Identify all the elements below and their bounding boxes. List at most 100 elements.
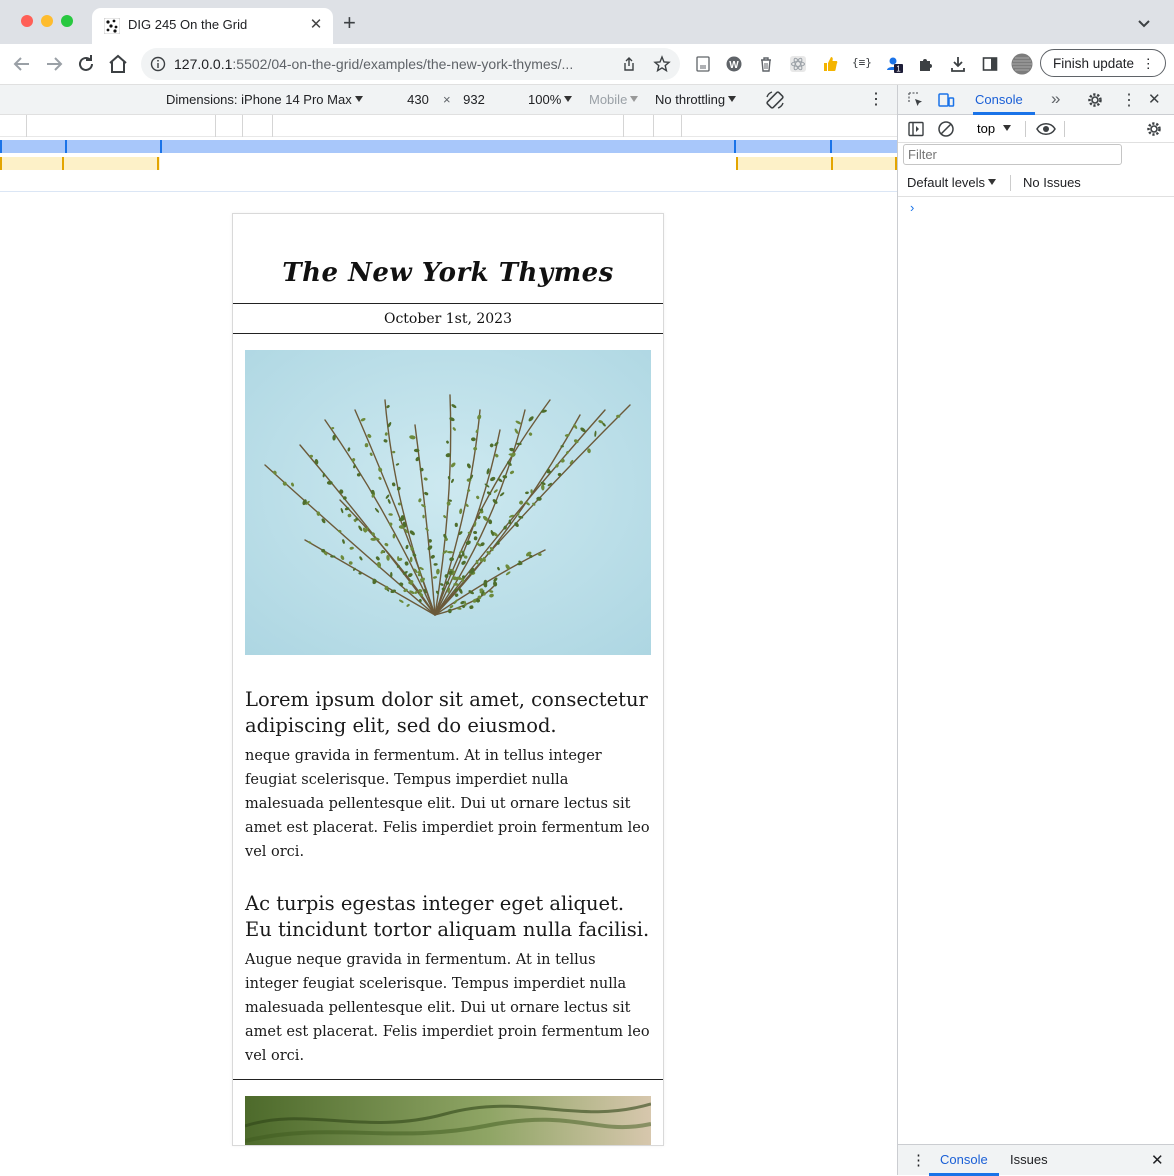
article-headline[interactable]: Ac turpis egestas integer eget aliquet. …: [245, 891, 651, 943]
tab-close-icon[interactable]: ✕: [307, 16, 325, 34]
close-drawer-icon[interactable]: ✕: [1151, 1151, 1164, 1169]
thyme-leaf: [392, 450, 396, 454]
more-tabs-chevron-icon[interactable]: »: [1051, 89, 1060, 109]
finish-update-label: Finish update: [1053, 56, 1135, 71]
masthead-divider: [233, 303, 663, 304]
emulated-viewport: The New York Thymes October 1st, 2023 Lo…: [0, 192, 897, 1175]
inspect-element-icon[interactable]: [907, 91, 925, 109]
media-query-marker: [0, 140, 2, 153]
drawer-menu-icon[interactable]: ⋮: [911, 1151, 926, 1169]
devtools-drawer-tabbar: ⋮ Console Issues ✕: [898, 1144, 1174, 1176]
forward-arrow-icon[interactable]: [42, 52, 66, 76]
article-headline[interactable]: Lorem ipsum dolor sit amet, consectetur …: [245, 687, 651, 739]
console-prompt[interactable]: ›: [910, 200, 914, 215]
home-icon[interactable]: [106, 52, 130, 76]
zoom-select[interactable]: 100%: [528, 92, 573, 107]
toolbar-divider: [1064, 121, 1065, 137]
device-width-input[interactable]: 430: [395, 92, 441, 107]
window-minimize-button[interactable]: [41, 15, 53, 27]
sidebar-toggle-icon[interactable]: [907, 120, 925, 138]
react-extension-icon[interactable]: [789, 55, 807, 73]
thyme-leaf: [370, 537, 377, 541]
min-width-media-query-bar-right[interactable]: [736, 157, 897, 170]
device-height-input[interactable]: 932: [458, 92, 490, 107]
media-query-bars: [0, 115, 897, 192]
puzzle-extensions-icon[interactable]: [917, 55, 935, 73]
wordpress-extension-icon[interactable]: W: [725, 55, 743, 73]
devtools-tabbar: Console » ⋮ ✕: [898, 85, 1174, 115]
console-settings-gear-icon[interactable]: [1145, 120, 1163, 138]
drawer-tab-console[interactable]: Console: [940, 1152, 988, 1167]
log-levels-select[interactable]: Default levels: [907, 175, 997, 190]
device-dimensions-select[interactable]: Dimensions: iPhone 14 Pro Max: [166, 92, 363, 107]
article-body: Augue neque gravida in fermentum. At in …: [245, 952, 650, 1064]
throttling-select[interactable]: No throttling: [655, 92, 737, 107]
ruler-tick: [653, 115, 654, 137]
browser-tab-active[interactable]: DIG 245 On the Grid ✕: [92, 8, 333, 44]
share-icon[interactable]: [621, 56, 637, 72]
bookmark-star-icon[interactable]: [653, 55, 671, 73]
min-width-media-query-bar-left[interactable]: [0, 157, 160, 170]
window-maximize-button[interactable]: [61, 15, 73, 27]
device-toolbar-toggle-icon[interactable]: [937, 91, 955, 109]
json-extension-icon[interactable]: {≡}: [852, 56, 872, 74]
more-vertical-icon: ⋮: [1141, 56, 1156, 71]
reader-page-icon[interactable]: [694, 55, 712, 73]
url-host: 127.0.0.1: [174, 56, 233, 72]
media-query-marker: [831, 157, 833, 170]
trash-extension-icon[interactable]: [757, 55, 775, 73]
back-arrow-icon[interactable]: [10, 52, 34, 76]
browser-titlebar: DIG 245 On the Grid ✕ +: [0, 0, 1174, 44]
console-filter-input[interactable]: [903, 144, 1122, 165]
ruler-tick: [681, 115, 682, 137]
device-more-options-icon[interactable]: ⋮: [868, 89, 884, 109]
settings-gear-icon[interactable]: [1086, 91, 1104, 109]
media-query-marker: [0, 157, 2, 170]
chevron-down-icon: [630, 96, 639, 102]
article-body: neque gravida in fermentum. At in tellus…: [245, 748, 650, 860]
window-close-button[interactable]: [21, 15, 33, 27]
eye-icon[interactable]: [1036, 120, 1056, 138]
toolbar-divider: [1010, 175, 1011, 191]
reload-icon[interactable]: [74, 52, 98, 76]
media-query-marker: [65, 140, 67, 153]
thyme-leaf: [560, 445, 564, 448]
chevron-down-icon: [1003, 125, 1012, 131]
clear-console-icon[interactable]: [937, 120, 955, 138]
thyme-closeup-image: [245, 1096, 651, 1145]
media-query-marker: [736, 157, 738, 170]
tab-console[interactable]: Console: [975, 92, 1023, 107]
device-mode-select[interactable]: Mobile: [589, 92, 639, 107]
chevron-down-icon: [564, 96, 573, 102]
article-1: Lorem ipsum dolor sit amet, consectetur …: [245, 687, 651, 864]
ruler-tick: [272, 115, 273, 137]
side-panel-icon[interactable]: [981, 55, 999, 73]
thumbs-up-extension-icon[interactable]: [821, 55, 839, 73]
context-select[interactable]: top: [977, 121, 1012, 136]
ruler-tick: [623, 115, 624, 137]
console-toolbar: top: [898, 115, 1174, 143]
issues-count-link[interactable]: No Issues: [1023, 175, 1081, 190]
finish-update-button[interactable]: Finish update ⋮: [1040, 49, 1166, 77]
date-line: October 1st, 2023: [383, 311, 512, 327]
article-2: Ac turpis egestas integer eget aliquet. …: [245, 891, 651, 1068]
ruler-tick: [242, 115, 243, 137]
device-mode-label: Mobile: [589, 92, 628, 107]
svg-text:W: W: [729, 60, 739, 71]
devtools-menu-icon[interactable]: ⋮: [1121, 90, 1137, 110]
address-bar[interactable]: 127.0.0.1:5502/04-on-the-grid/examples/t…: [141, 48, 680, 80]
close-devtools-icon[interactable]: ✕: [1148, 90, 1161, 108]
download-icon[interactable]: [949, 55, 967, 73]
chevron-down-icon: [354, 96, 363, 102]
person-extension-icon[interactable]: 1: [885, 55, 903, 73]
url-text[interactable]: 127.0.0.1:5502/04-on-the-grid/examples/t…: [174, 56, 573, 72]
width-ruler: [0, 115, 897, 137]
profile-avatar-icon[interactable]: [1011, 53, 1033, 75]
tab-search-chevron-icon[interactable]: [1135, 14, 1153, 32]
site-info-icon[interactable]: [150, 56, 166, 72]
rotate-device-icon[interactable]: [764, 89, 786, 111]
media-query-marker: [160, 140, 162, 153]
new-tab-icon[interactable]: +: [343, 12, 356, 34]
drawer-tab-issues[interactable]: Issues: [1010, 1152, 1048, 1167]
max-width-media-query-bar[interactable]: [0, 140, 897, 153]
